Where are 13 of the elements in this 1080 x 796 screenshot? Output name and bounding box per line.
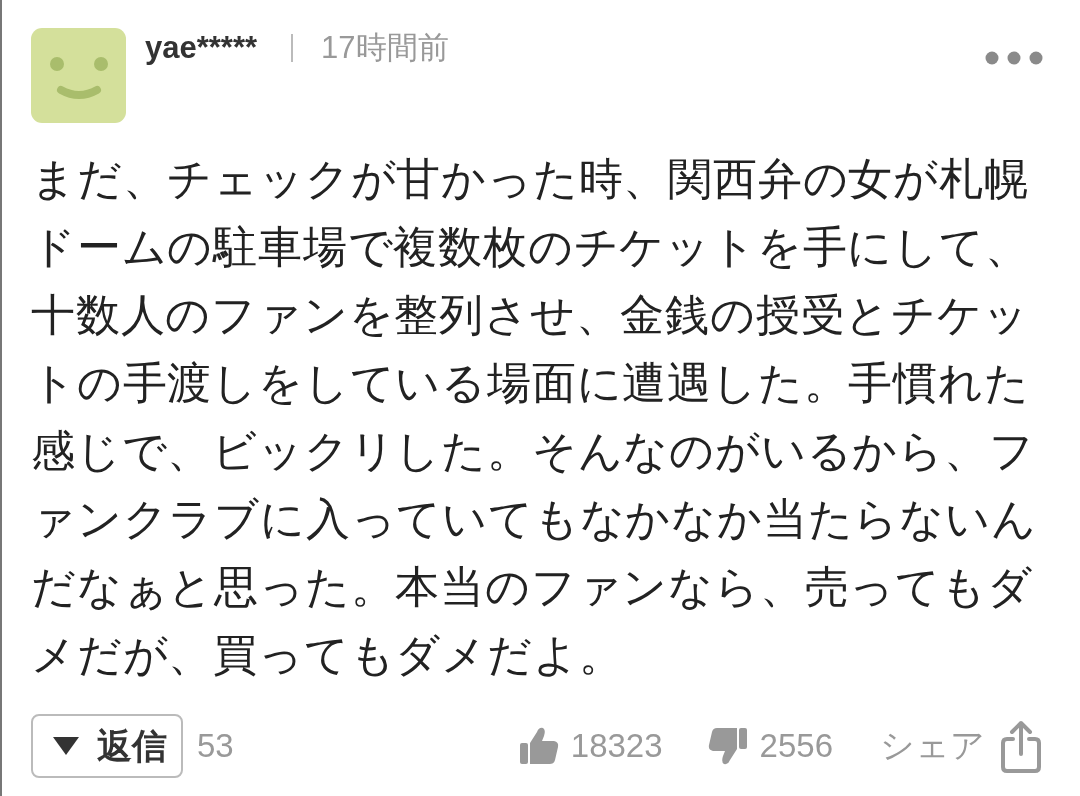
share-icon [1000,718,1042,774]
thumbs-down-icon[interactable] [707,726,748,766]
caret-icon [53,737,79,755]
thumbs-up-icon[interactable] [518,726,559,766]
timestamp: 17時間前 [321,29,449,67]
dislike-count: 2556 [759,727,833,765]
reply-count: 53 [197,727,234,765]
more-icon[interactable] [985,51,1043,65]
like-count: 18323 [570,727,663,765]
comment-text: まだ、チェックが甘かった時、関西弁の女が札幌ドームの駐車場で複数枚のチケットを手にして、十数人のファンを整列させ、金銭の授受とチケットの手渡しをしている場面に遭遇した。手慣れた感じで、ビックリした。そんなのがいるから、ファンクラブに入っていてもなかなか当たらないんだなぁと思った。本当のファンなら、売ってもダメだが、買ってもダメだよ。 [31,152,1038,682]
username: yae***** [145,30,258,66]
smiley-avatar-icon [31,28,126,123]
reply-button[interactable]: 返信 [31,714,183,778]
